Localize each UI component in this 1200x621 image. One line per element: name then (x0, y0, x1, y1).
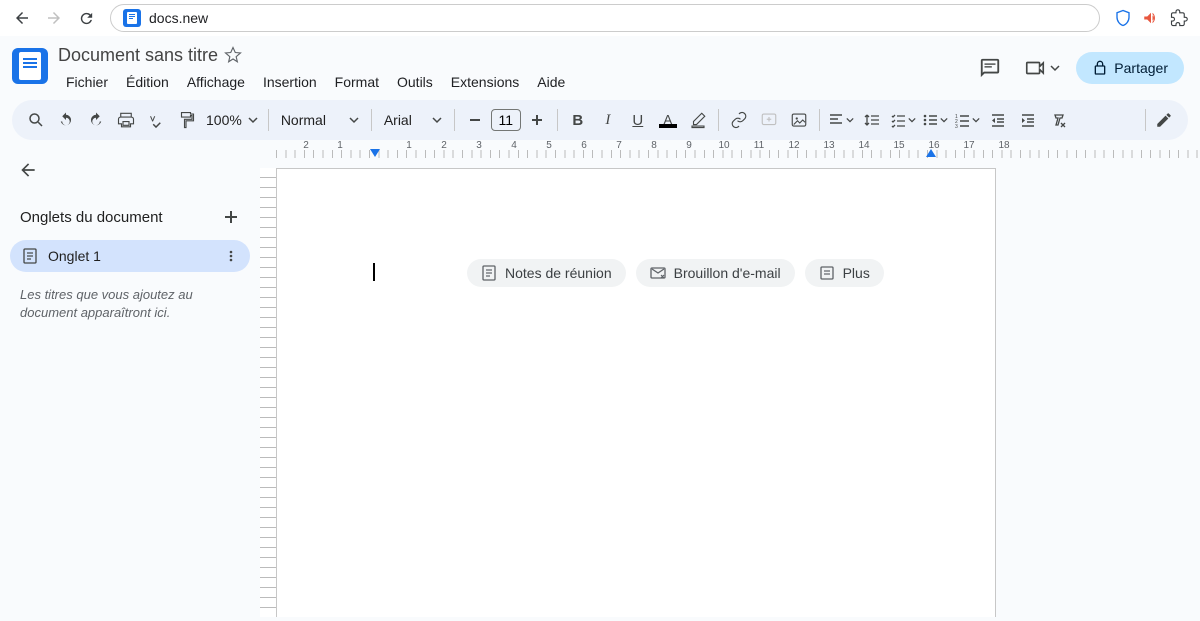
add-tab-button[interactable] (222, 208, 240, 226)
underline-button[interactable]: U (624, 106, 652, 134)
document-title[interactable]: Document sans titre (58, 45, 218, 66)
horizontal-ruler[interactable]: 2 1 1 2 3 4 5 6 7 8 9 10 11 12 13 14 15 … (276, 140, 1200, 158)
italic-button[interactable]: I (594, 106, 622, 134)
outline-hint: Les titres que vous ajoutez au document … (10, 276, 250, 332)
menu-bar: Fichier Édition Affichage Insertion Form… (58, 68, 972, 96)
email-icon (650, 265, 666, 281)
browser-reload-button[interactable] (72, 4, 100, 32)
increase-indent-button[interactable] (1014, 106, 1042, 134)
meet-button[interactable] (1020, 57, 1064, 79)
highlight-button[interactable] (684, 106, 712, 134)
svg-text:3: 3 (955, 124, 958, 128)
document-page[interactable]: Notes de réunion Brouillon d'e-mail Plus (276, 168, 996, 617)
search-button[interactable] (22, 106, 50, 134)
document-tab-1[interactable]: Onglet 1 (10, 240, 250, 272)
comments-button[interactable] (972, 50, 1008, 86)
font-family-select[interactable]: Arial (378, 112, 448, 128)
font-size-decrease[interactable] (461, 106, 489, 134)
left-indent-marker[interactable] (369, 148, 381, 158)
text-cursor (373, 263, 375, 281)
menu-format[interactable]: Format (327, 70, 387, 94)
megaphone-icon[interactable] (1142, 9, 1160, 27)
paragraph-style-select[interactable]: Normal (275, 112, 365, 128)
line-spacing-button[interactable] (858, 106, 886, 134)
undo-button[interactable] (52, 106, 80, 134)
share-button[interactable]: Partager (1076, 52, 1184, 84)
decrease-indent-button[interactable] (984, 106, 1012, 134)
docs-header: Document sans titre Fichier Édition Affi… (0, 36, 1200, 96)
print-button[interactable] (112, 106, 140, 134)
redo-button[interactable] (82, 106, 110, 134)
chip-more[interactable]: Plus (805, 259, 884, 287)
star-icon[interactable] (224, 46, 242, 64)
shield-icon[interactable] (1114, 9, 1132, 27)
editing-mode-button[interactable] (1150, 106, 1178, 134)
insert-image-button[interactable] (785, 106, 813, 134)
menu-help[interactable]: Aide (529, 70, 573, 94)
document-icon (22, 248, 38, 264)
font-size-input[interactable] (491, 109, 521, 131)
chip-meeting-notes[interactable]: Notes de réunion (467, 259, 626, 287)
formatting-toolbar: 100% Normal Arial B I U A (12, 100, 1188, 140)
zoom-select[interactable]: 100% (202, 112, 262, 128)
tab-label: Onglet 1 (48, 248, 101, 264)
menu-edit[interactable]: Édition (118, 70, 177, 94)
browser-url-text: docs.new (149, 10, 208, 26)
menu-view[interactable]: Affichage (179, 70, 253, 94)
paint-format-button[interactable] (172, 106, 200, 134)
menu-tools[interactable]: Outils (389, 70, 441, 94)
chip-email-draft[interactable]: Brouillon d'e-mail (636, 259, 795, 287)
browser-toolbar: docs.new (0, 0, 1200, 36)
numbered-list-button[interactable]: 123 (952, 106, 982, 134)
browser-back-button[interactable] (8, 4, 36, 32)
font-size-increase[interactable] (523, 106, 551, 134)
vertical-ruler[interactable] (260, 168, 276, 617)
more-icon (819, 265, 835, 281)
browser-url-bar[interactable]: docs.new (110, 4, 1100, 32)
spellcheck-button[interactable] (142, 106, 170, 134)
menu-extensions[interactable]: Extensions (443, 70, 527, 94)
tab-more-icon[interactable] (224, 249, 238, 263)
share-label: Partager (1114, 60, 1168, 76)
insert-link-button[interactable] (725, 106, 753, 134)
menu-file[interactable]: Fichier (58, 70, 116, 94)
checklist-button[interactable] (888, 106, 918, 134)
sidebar-collapse-button[interactable] (10, 152, 46, 188)
sidebar-title: Onglets du document (20, 209, 163, 226)
docs-logo[interactable] (12, 48, 48, 84)
text-color-button[interactable]: A (654, 106, 682, 134)
lock-icon (1092, 60, 1108, 76)
document-icon (481, 265, 497, 281)
outline-sidebar: Onglets du document Onglet 1 Les titres … (0, 140, 260, 617)
bulleted-list-button[interactable] (920, 106, 950, 134)
align-button[interactable] (826, 106, 856, 134)
docs-favicon (123, 9, 141, 27)
clear-formatting-button[interactable] (1044, 106, 1072, 134)
right-indent-marker[interactable] (925, 148, 937, 158)
bold-button[interactable]: B (564, 106, 592, 134)
browser-forward-button[interactable] (40, 4, 68, 32)
browser-extensions (1110, 9, 1192, 27)
insert-comment-button[interactable] (755, 106, 783, 134)
puzzle-icon[interactable] (1170, 9, 1188, 27)
document-canvas: 2 1 1 2 3 4 5 6 7 8 9 10 11 12 13 14 15 … (260, 140, 1200, 617)
menu-insert[interactable]: Insertion (255, 70, 325, 94)
